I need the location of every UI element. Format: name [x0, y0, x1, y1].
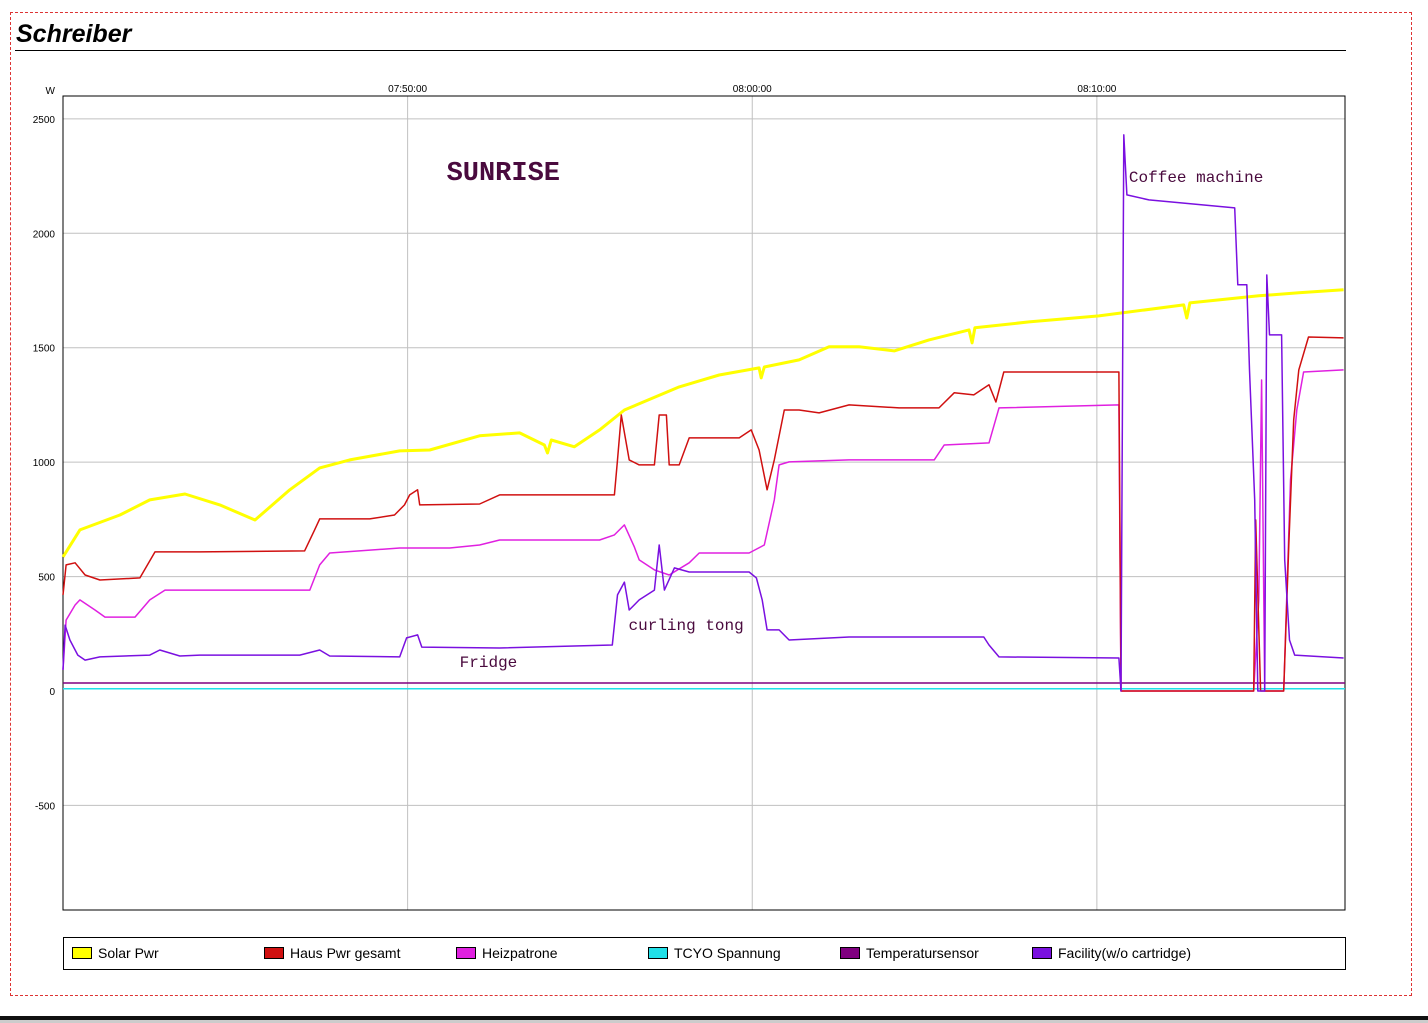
legend-item: Facility(w/o cartridge): [1032, 945, 1191, 961]
y-tick-label: 500: [38, 573, 55, 584]
legend-item: Temperatursensor: [840, 945, 979, 961]
chart-annotation: SUNRISE: [447, 159, 560, 189]
y-axis-label: W: [46, 86, 56, 97]
plot-area-border: [62, 95, 1346, 911]
legend-item: Heizpatrone: [456, 945, 558, 961]
y-tick-label: 0: [49, 687, 55, 698]
legend-swatch: [648, 947, 668, 959]
series-line-facility-w-o-cartridge-: [62, 134, 1344, 692]
legend-label: Haus Pwr gesamt: [290, 945, 401, 961]
legend-label: TCYO Spannung: [674, 945, 781, 961]
legend-label: Facility(w/o cartridge): [1058, 945, 1192, 961]
legend-item: Haus Pwr gesamt: [264, 945, 400, 961]
legend-swatch: [72, 947, 92, 959]
x-tick-label: 07:50:00: [388, 84, 427, 95]
series-line-haus-pwr-gesamt: [62, 336, 1344, 692]
chart-annotation: Coffee machine: [1129, 169, 1263, 187]
chart-annotation: curling tong: [629, 617, 744, 635]
series-line-solar-pwr: [61, 288, 1344, 558]
series-line-heizpatrone: [62, 369, 1344, 692]
legend-swatch: [1032, 947, 1052, 959]
y-tick-label: -500: [35, 801, 55, 812]
line-chart: 2500 2000 1500 1000 500 0 -500 07:50:00 08:00:00…: [33, 84, 1346, 911]
legend-swatch: [840, 947, 860, 959]
legend-item: Solar Pwr: [72, 945, 159, 961]
chart-legend: Solar Pwr Haus Pwr gesamt Heizpatrone TCYO …: [63, 937, 1346, 970]
legend-swatch: [264, 947, 284, 959]
y-tick-label: 1000: [33, 458, 56, 469]
chart-annotation: Fridge: [460, 654, 518, 672]
legend-swatch: [456, 947, 476, 959]
y-tick-label: 1500: [33, 344, 56, 355]
x-tick-label: 08:00:00: [733, 84, 772, 95]
y-tick-label: 2500: [33, 115, 56, 126]
x-tick-label: 08:10:00: [1077, 84, 1116, 95]
legend-label: Solar Pwr: [98, 945, 159, 961]
legend-label: Temperatursensor: [866, 945, 979, 961]
y-tick-label: 2000: [33, 229, 56, 240]
legend-item: TCYO Spannung: [648, 945, 781, 961]
legend-label: Heizpatrone: [482, 945, 558, 961]
